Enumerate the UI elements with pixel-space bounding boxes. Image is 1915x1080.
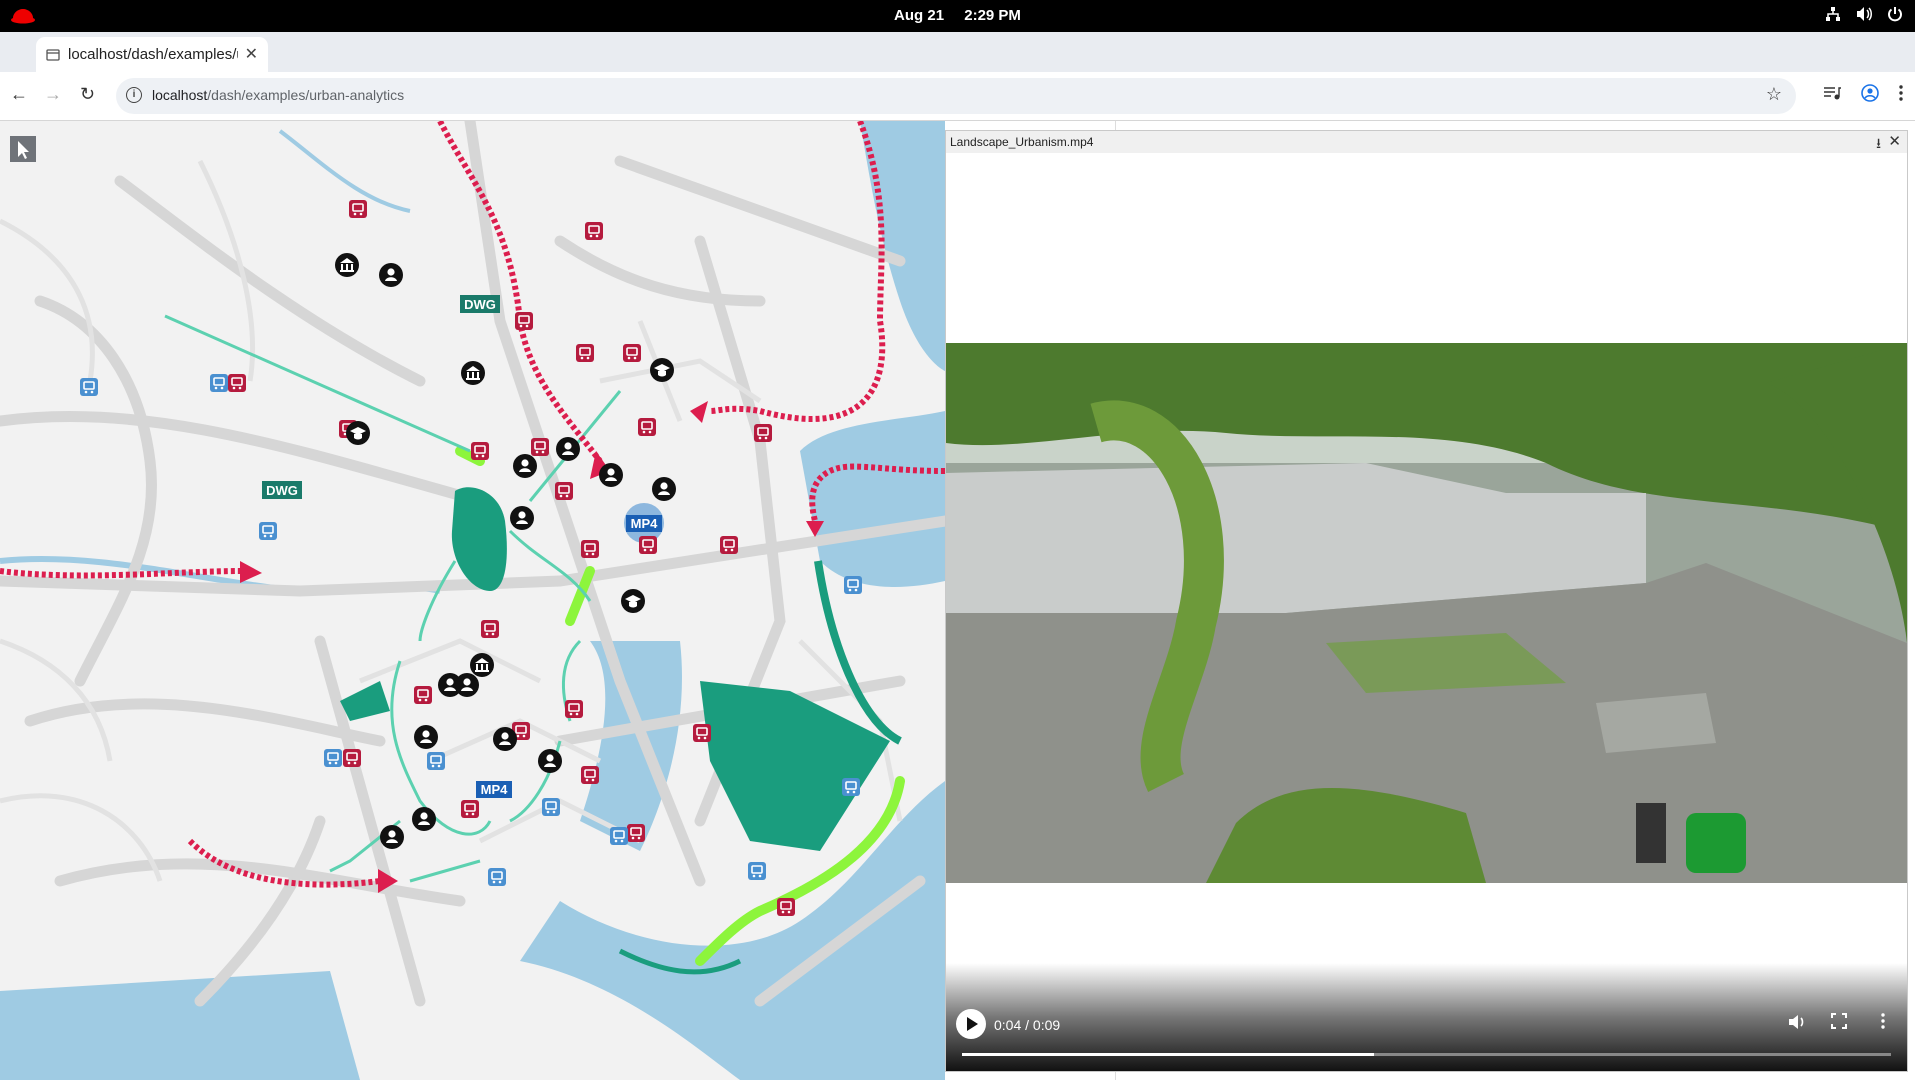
browser-toolbar: ← → ↻ i localhost/dash/examples/urban-an… bbox=[0, 72, 1915, 121]
time-text: 2:29 PM bbox=[964, 7, 1021, 24]
clock[interactable]: Aug 21 2:29 PM bbox=[0, 7, 1915, 24]
svg-text:MP4: MP4 bbox=[631, 516, 659, 531]
url-text[interactable]: localhost/dash/examples/urban-analytics bbox=[152, 87, 404, 103]
url-path: /dash/examples/urban-analytics bbox=[207, 87, 405, 103]
url-host: localhost bbox=[152, 87, 208, 103]
tab-title: localhost/dash/examples/urban-analytics bbox=[68, 46, 238, 63]
address-bar[interactable]: i localhost/dash/examples/urban-analytic… bbox=[116, 78, 1796, 114]
profile-icon[interactable] bbox=[1861, 84, 1879, 102]
media-controls-icon[interactable] bbox=[1823, 85, 1841, 101]
video-controls: 0:04 / 0:09 bbox=[946, 963, 1907, 1071]
mp4-label-2[interactable]: MP4 bbox=[476, 781, 512, 798]
video-filename: Landscape_Urbanism.mp4 bbox=[950, 135, 1094, 149]
svg-text:DWG: DWG bbox=[464, 297, 496, 312]
video-viewer: Landscape_Urbanism.mp4 ⭳ ✕ 0:04 / 0:09 bbox=[945, 130, 1908, 1072]
dwg-label-2[interactable]: DWG bbox=[262, 481, 302, 499]
seek-progress bbox=[962, 1053, 1375, 1056]
back-arrow-icon[interactable]: ← bbox=[10, 84, 28, 105]
fullscreen-icon[interactable] bbox=[1831, 1013, 1847, 1029]
viewer-header: Landscape_Urbanism.mp4 ⭳ ✕ bbox=[946, 131, 1907, 154]
toolbar-actions bbox=[1823, 84, 1903, 102]
pointer-tool-icon[interactable] bbox=[10, 136, 36, 162]
network-icon bbox=[1826, 7, 1840, 21]
water-areas bbox=[0, 121, 945, 1080]
tab-strip: localhost/dash/examples/urban-analytics … bbox=[0, 32, 1915, 95]
browser-menu-icon[interactable] bbox=[1899, 85, 1903, 101]
reload-icon[interactable]: ↻ bbox=[80, 84, 95, 105]
play-button[interactable] bbox=[956, 1009, 986, 1039]
video-more-options-icon[interactable] bbox=[1881, 1013, 1885, 1029]
viewer-close-icon[interactable]: ✕ bbox=[1888, 132, 1901, 150]
video-player[interactable]: 0:04 / 0:09 bbox=[946, 153, 1907, 1071]
page-content: DWG DWG MP4 MP4 Landscape_Urbanism.mp4 ⭳… bbox=[0, 121, 1915, 1080]
urban-map[interactable]: DWG DWG MP4 MP4 bbox=[0, 121, 945, 1080]
volume-icon bbox=[1857, 7, 1872, 21]
svg-text:DWG: DWG bbox=[266, 483, 298, 498]
svg-text:MP4: MP4 bbox=[481, 782, 509, 797]
video-frame-image bbox=[946, 343, 1907, 883]
seek-bar[interactable] bbox=[962, 1053, 1891, 1056]
page-favicon-icon bbox=[46, 48, 60, 61]
map-canvas[interactable]: DWG DWG MP4 MP4 bbox=[0, 121, 945, 1080]
site-info-icon[interactable]: i bbox=[126, 87, 142, 103]
system-top-bar: Aug 21 2:29 PM bbox=[0, 0, 1915, 32]
tab-active[interactable]: localhost/dash/examples/urban-analytics … bbox=[36, 37, 268, 72]
power-icon bbox=[1888, 7, 1902, 22]
date-text: Aug 21 bbox=[894, 7, 945, 24]
tab-close-icon[interactable]: ✕ bbox=[245, 44, 258, 64]
mute-volume-icon[interactable] bbox=[1787, 1013, 1807, 1031]
bookmark-star-icon[interactable]: ☆ bbox=[1766, 84, 1782, 105]
system-tray[interactable] bbox=[1825, 6, 1903, 22]
dwg-label-1[interactable]: DWG bbox=[460, 295, 500, 313]
forward-arrow-icon[interactable]: → bbox=[44, 84, 62, 105]
video-time: 0:04 / 0:09 bbox=[994, 1017, 1061, 1033]
